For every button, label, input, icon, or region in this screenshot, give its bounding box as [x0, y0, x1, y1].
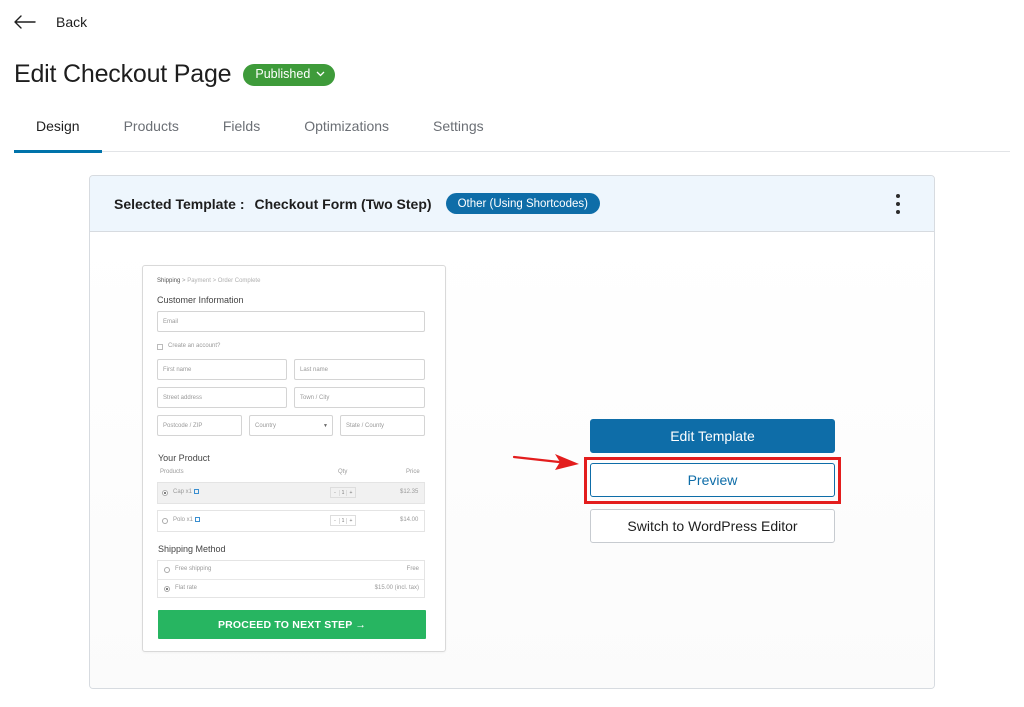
tab-fields[interactable]: Fields — [201, 110, 282, 151]
shipping-radio — [164, 586, 170, 592]
shipping-price: Free — [406, 566, 419, 572]
product-price: $12.35 — [400, 489, 419, 495]
page-header: Edit Checkout Page Published — [14, 60, 336, 89]
preview-town: Town / City — [294, 387, 425, 408]
state-placeholder: State / County — [346, 422, 385, 429]
status-label: Published — [255, 67, 311, 81]
country-placeholder: Country — [255, 422, 277, 429]
preview-proceed-button: PROCEED TO NEXT STEP → — [158, 610, 426, 639]
product-price: $14.00 — [400, 517, 419, 523]
town-placeholder: Town / City — [300, 394, 330, 401]
tab-design[interactable]: Design — [14, 110, 102, 153]
street-placeholder: Street address — [163, 394, 203, 401]
shipping-radio — [164, 567, 170, 573]
breadcrumb-separator: > — [182, 278, 186, 284]
edit-template-button[interactable]: Edit Template — [590, 419, 835, 453]
template-type-badge: Other (Using Shortcodes) — [445, 193, 600, 214]
page: Back Edit Checkout Page Published Design… — [0, 0, 1024, 707]
preview-last-name: Last name — [294, 359, 425, 380]
template-name: Checkout Form — [254, 195, 358, 212]
template-title: Selected Template: Checkout Form (Two St… — [114, 195, 432, 212]
template-card-header: Selected Template: Checkout Form (Two St… — [90, 176, 934, 232]
chevron-down-icon — [316, 71, 325, 77]
preview-shipping-heading: Shipping Method — [158, 544, 226, 554]
product-col-products: Products — [160, 469, 184, 475]
shipping-price: $15.00 (incl. tax) — [374, 585, 419, 591]
breadcrumb-rest: Payment > Order Complete — [187, 278, 261, 284]
qty-stepper: -1 + — [330, 515, 356, 526]
preview-state: State / County — [340, 415, 425, 436]
first-name-placeholder: First name — [163, 366, 192, 373]
preview-shipping-options: Free shipping Free Flat rate $15.00 (inc… — [157, 560, 425, 598]
checkout-preview-thumbnail: Shipping > Payment > Order Complete Cust… — [142, 265, 446, 652]
template-card: Selected Template: Checkout Form (Two St… — [89, 175, 935, 689]
postcode-placeholder: Postcode / ZIP — [163, 422, 203, 429]
email-placeholder: Email — [163, 318, 179, 325]
product-col-qty: Qty — [338, 469, 348, 475]
arrow-left-icon — [14, 15, 36, 29]
more-options-icon[interactable] — [890, 194, 906, 214]
tab-bar: Design Products Fields Optimizations Set… — [14, 110, 1010, 153]
template-variant: (Two Step) — [361, 195, 432, 212]
back-label: Back — [56, 14, 88, 30]
product-col-price: Price — [406, 469, 420, 475]
qty-stepper: -1 + — [330, 487, 356, 498]
product-radio — [162, 490, 168, 496]
page-title: Edit Checkout Page — [14, 60, 232, 88]
shipping-divider — [158, 579, 424, 580]
switch-editor-button[interactable]: Switch to WordPress Editor — [590, 509, 835, 543]
tab-optimizations[interactable]: Optimizations — [282, 110, 411, 151]
preview-postcode: Postcode / ZIP — [157, 415, 242, 436]
preview-email-field: Email — [157, 311, 425, 332]
preview-product-heading: Your Product — [158, 453, 210, 463]
preview-breadcrumb: Shipping > Payment > Order Complete — [157, 278, 260, 284]
template-card-body: Shipping > Payment > Order Complete Cust… — [90, 232, 934, 688]
preview-country: Country ▼ — [249, 415, 333, 436]
shipping-name: Free shipping — [175, 566, 212, 572]
template-label: Selected Template — [114, 195, 236, 212]
shipping-name: Flat rate — [175, 585, 198, 591]
preview-button[interactable]: Preview — [590, 463, 835, 497]
preview-customer-heading: Customer Information — [157, 295, 244, 305]
tab-products[interactable]: Products — [102, 110, 201, 151]
last-name-placeholder: Last name — [300, 366, 329, 373]
product-radio — [162, 518, 168, 524]
preview-first-name: First name — [157, 359, 287, 380]
product-name: Polo x1 — [173, 517, 201, 523]
tab-settings[interactable]: Settings — [411, 110, 506, 151]
preview-checkbox — [157, 344, 163, 350]
caret-down-icon: ▼ — [323, 422, 328, 429]
status-badge[interactable]: Published — [243, 63, 336, 86]
back-link[interactable]: Back — [14, 14, 87, 30]
arrow-right-icon — [512, 454, 579, 470]
preview-product-row: Cap x1 -1 + $12.35 — [157, 482, 425, 504]
breadcrumb-active: Shipping — [157, 278, 181, 284]
preview-street: Street address — [157, 387, 287, 408]
preview-create-account: Create an account? — [168, 343, 221, 349]
preview-product-row: Polo x1 -1 + $14.00 — [157, 510, 425, 532]
product-name: Cap x1 — [173, 489, 200, 495]
